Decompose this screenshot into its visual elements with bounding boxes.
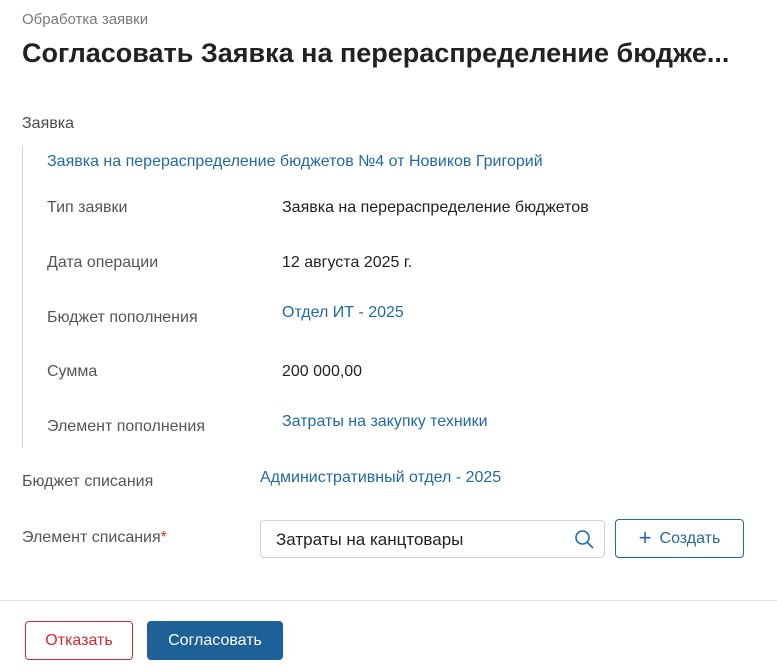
operation-date-value: 12 августа 2025 г. bbox=[282, 254, 413, 271]
request-type-label: Тип заявки bbox=[47, 199, 128, 216]
reject-button[interactable]: Отказать bbox=[25, 621, 133, 660]
approval-form: Обработка заявки Согласовать Заявка на п… bbox=[0, 0, 777, 672]
request-section-label: Заявка bbox=[22, 115, 74, 132]
topup-budget-link[interactable]: Отдел ИТ - 2025 bbox=[282, 304, 404, 322]
breadcrumb: Обработка заявки bbox=[22, 11, 149, 28]
request-link[interactable]: Заявка на перераспределение бюджетов №4 … bbox=[47, 153, 543, 171]
footer-divider bbox=[0, 600, 777, 601]
request-details-group: Заявка на перераспределение бюджетов №4 … bbox=[22, 146, 742, 448]
writeoff-element-value: Затраты на канцтовары bbox=[276, 530, 464, 549]
topup-element-label: Элемент пополнения bbox=[47, 418, 205, 435]
amount-label: Сумма bbox=[47, 363, 98, 380]
create-button[interactable]: + Создать bbox=[615, 519, 744, 558]
writeoff-element-field[interactable]: Затраты на канцтовары bbox=[260, 520, 605, 558]
required-mark: * bbox=[160, 529, 167, 546]
operation-date-label: Дата операции bbox=[47, 254, 159, 271]
writeoff-budget-link[interactable]: Административный отдел - 2025 bbox=[260, 469, 501, 487]
search-icon[interactable] bbox=[574, 529, 594, 549]
writeoff-element-label: Элемент списания* bbox=[22, 529, 167, 547]
topup-element-link[interactable]: Затраты на закупку техники bbox=[282, 413, 488, 431]
writeoff-element-label-text: Элемент списания bbox=[22, 529, 161, 546]
topup-budget-label: Бюджет пополнения bbox=[47, 309, 198, 326]
create-button-label: Создать bbox=[659, 529, 721, 547]
amount-value: 200 000,00 bbox=[282, 363, 363, 380]
plus-icon: + bbox=[638, 524, 652, 550]
page-title: Согласовать Заявка на перераспределение … bbox=[22, 38, 730, 68]
approve-button[interactable]: Согласовать bbox=[147, 621, 283, 660]
writeoff-budget-label: Бюджет списания bbox=[22, 473, 154, 490]
request-type-value: Заявка на перераспределение бюджетов bbox=[282, 199, 589, 216]
